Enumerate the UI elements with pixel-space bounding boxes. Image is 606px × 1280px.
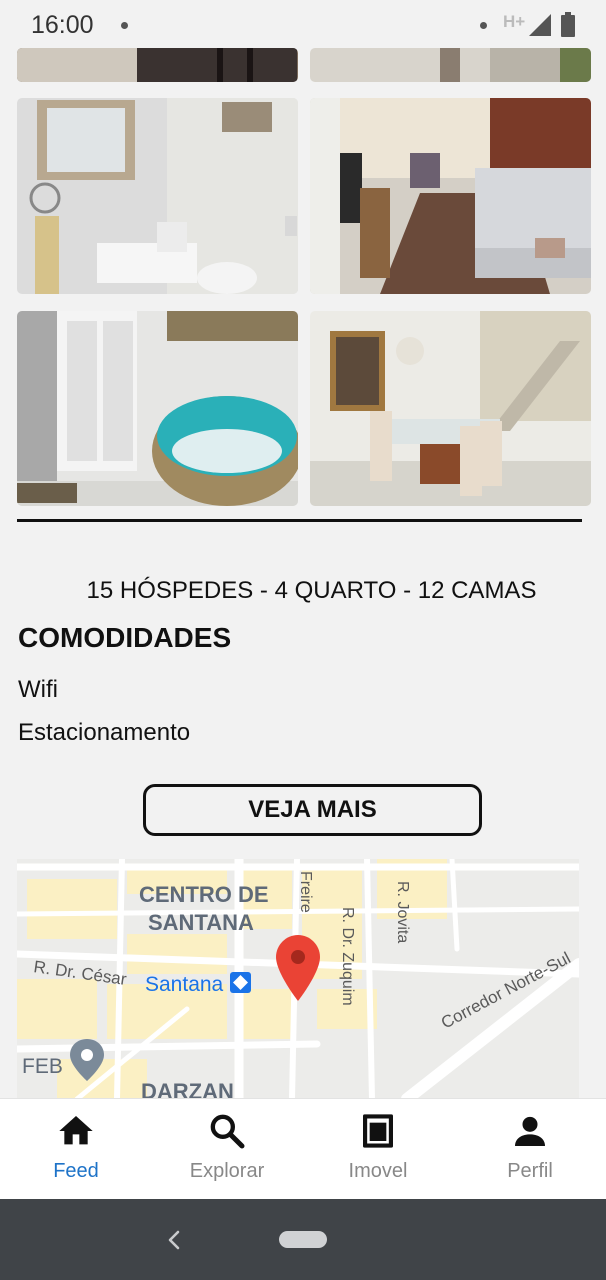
map-label-neighborhood: SANTANA [148,910,254,935]
amenity-item: Estacionamento [18,719,191,746]
status-time: 16:00 [31,11,94,39]
map-label-place: FEB [22,1055,63,1078]
notification-dot-icon [121,22,128,29]
nav-label-feed: Feed [53,1160,99,1182]
gallery-photo[interactable] [17,98,298,294]
see-more-button[interactable]: VEJA MAIS [143,784,482,836]
location-marker-dot [291,950,305,964]
map-label-street: R. Dr. Zuquim [339,907,356,1006]
notification-dot-icon [480,22,487,29]
nav-item-explorar[interactable]: Explorar [151,1099,303,1200]
nav-item-perfil[interactable]: Perfil [454,1099,606,1200]
home-pill-button[interactable] [279,1231,327,1248]
bottom-navigation: Feed Explorar Imovel Perfil [0,1098,606,1200]
place-pin-dot [81,1049,93,1061]
map-label-neighborhood: CENTRO DE [139,882,269,907]
back-chevron-icon[interactable] [160,1226,188,1254]
amenities-title: COMODIDADES [18,622,232,653]
nav-label-explorar: Explorar [189,1160,265,1182]
nav-item-feed[interactable]: Feed [0,1099,152,1200]
person-icon [515,1116,545,1146]
map-label-street: Freire [297,871,314,913]
section-divider [17,519,582,522]
gallery-photo[interactable] [17,48,298,82]
battery-icon [561,12,575,37]
signal-icon [529,14,551,36]
search-icon [210,1114,245,1149]
gallery-photo[interactable] [310,98,591,294]
gallery-photo[interactable] [17,311,298,506]
network-type: H+ [503,12,526,31]
map-label-station: Santana [145,973,224,996]
gallery-photo[interactable] [310,48,591,82]
location-map[interactable]: CENTRO DE SANTANA Santana R. Dr. César F… [17,859,579,1099]
capacity-summary: 15 HÓSPEDES - 4 QUARTO - 12 CAMAS [86,577,537,604]
building-icon [363,1114,393,1148]
gallery-photo[interactable] [310,311,591,506]
amenity-item: Wifi [18,676,58,703]
map-label-street: R. Jovita [394,881,411,943]
status-bar: 16:00 H+ [0,0,606,48]
home-icon [59,1116,93,1145]
nav-item-imovel[interactable]: Imovel [302,1099,454,1200]
nav-label-perfil: Perfil [507,1160,553,1182]
map-label-neighborhood: DARZAN [141,1079,234,1099]
nav-label-imovel: Imovel [348,1160,408,1182]
